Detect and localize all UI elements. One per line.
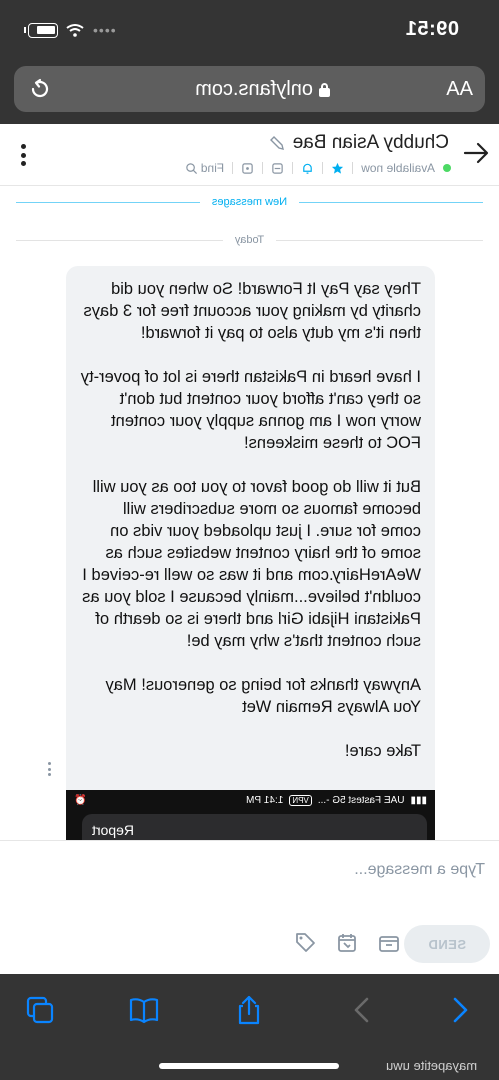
find-label: Find (200, 161, 225, 175)
price-tag-icon[interactable] (293, 931, 317, 955)
vault-icon[interactable] (377, 931, 401, 955)
url-text: onlyfans.com (195, 78, 313, 100)
reload-icon[interactable] (28, 77, 52, 101)
bell-icon[interactable] (301, 162, 314, 175)
embedded-time: 1:41 PM (246, 794, 284, 806)
back-arrow-icon[interactable] (463, 142, 489, 164)
embedded-vpn: VPN (289, 794, 312, 806)
message-bubble[interactable]: They say Pay It Forward! So when you did… (66, 266, 435, 840)
messages-area[interactable]: New messages Today They say Pay It Forwa… (0, 186, 499, 840)
message-paragraph: I have heard in Pakistan there is lot of… (80, 368, 421, 452)
message-input[interactable] (15, 853, 485, 887)
more-options-icon[interactable] (20, 144, 26, 166)
online-indicator (443, 164, 451, 172)
lock-icon (319, 82, 330, 97)
message-options-icon[interactable] (47, 762, 51, 776)
gallery-icon[interactable] (241, 162, 254, 175)
message-image[interactable]: ▮▮▮ UAE Fastest 5G -... VPN 1:41 PM ⏰ Re… (66, 790, 435, 840)
report-label: Report (92, 822, 135, 838)
schedule-icon[interactable] (335, 931, 359, 955)
find-button[interactable]: Find (185, 161, 224, 175)
message-paragraph: They say Pay It Forward! So when you did… (83, 280, 422, 342)
date-label: Today (234, 234, 265, 246)
address-bar[interactable]: AA onlyfans.com (14, 66, 485, 112)
status-indicators: •••• (24, 22, 116, 38)
home-indicator[interactable] (159, 1063, 339, 1069)
divider (232, 162, 234, 174)
media-icon[interactable] (271, 162, 284, 175)
battery-icon (28, 22, 58, 38)
availability-status: Available now (361, 161, 435, 175)
signal-icon: •••• (92, 22, 116, 38)
report-card: Report (82, 814, 427, 840)
new-messages-label: New messages (211, 196, 288, 208)
status-bar: 09:51 •••• (0, 0, 499, 62)
message-paragraph: But it will do good favor to you too as … (82, 478, 421, 650)
reader-aa-button[interactable]: AA (446, 78, 473, 101)
wifi-icon (66, 24, 84, 37)
forward-chevron-icon (354, 997, 369, 1023)
bookmarks-icon[interactable] (128, 994, 160, 1026)
status-time: 09:51 (405, 18, 459, 40)
tabs-icon[interactable] (24, 994, 56, 1026)
date-divider: Today (15, 234, 483, 246)
divider (352, 162, 354, 174)
embedded-alarm-icon: ⏰ (74, 794, 87, 806)
search-icon (186, 162, 197, 174)
chat-header: Chubby Asian Bae Available now Find (0, 124, 499, 186)
chat-subtitle: Available now Find (185, 161, 451, 175)
back-chevron-icon[interactable] (443, 994, 475, 1026)
divider (262, 162, 264, 174)
share-icon[interactable] (233, 994, 265, 1026)
divider (322, 162, 324, 174)
divider (292, 162, 294, 174)
pencil-icon[interactable] (269, 135, 285, 151)
send-button[interactable]: SEND (404, 925, 490, 963)
battery-tip (24, 27, 26, 33)
chat-name: Chubby Asian Bae (292, 132, 449, 153)
message-paragraph: Anyway thanks for being so generous! May… (105, 676, 421, 716)
browser-url-area: AA onlyfans.com (0, 62, 499, 124)
embedded-status-bar: ▮▮▮ UAE Fastest 5G -... VPN 1:41 PM ⏰ (74, 792, 427, 808)
url-display[interactable]: onlyfans.com (195, 78, 330, 101)
watermark: mayapetite uwu (386, 1058, 478, 1073)
message-paragraph: Take care! (344, 742, 421, 760)
star-icon[interactable] (331, 162, 344, 175)
chat-title[interactable]: Chubby Asian Bae (269, 132, 449, 154)
new-messages-divider: New messages (15, 196, 483, 208)
embedded-carrier: UAE Fastest 5G -... (317, 794, 405, 806)
embedded-signal-icon: ▮▮▮ (410, 794, 427, 806)
message-composer: SEND (0, 840, 499, 974)
